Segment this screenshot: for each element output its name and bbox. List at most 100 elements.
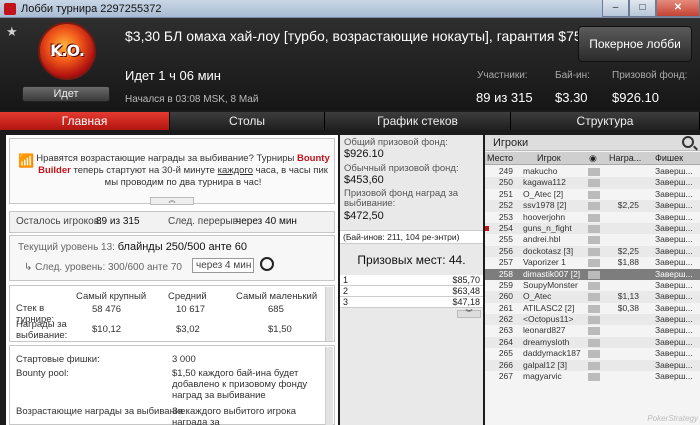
player-row[interactable]: 265 daddymack187 Заверш...: [485, 348, 700, 359]
player-row[interactable]: 266 galpal12 [3] Заверш...: [485, 359, 700, 372]
stack-header-smallest: Самый маленький: [236, 291, 318, 302]
expand-payouts-button[interactable]: ︾: [457, 310, 481, 318]
flag-icon: [588, 236, 600, 245]
flag-icon: [588, 338, 600, 347]
close-button[interactable]: ✕: [656, 0, 700, 17]
player-row[interactable]: 263 leonard827 Заверш...: [485, 325, 700, 336]
antenna-icon: 📶: [18, 153, 35, 168]
player-row[interactable]: 259 SoupyMonster Заверш...: [485, 280, 700, 291]
stack-smallest: 685: [268, 304, 284, 315]
player-row[interactable]: 255 andrei.hbl Заверш...: [485, 234, 700, 245]
player-status: Заверш...: [655, 234, 693, 245]
paid-places: Призовых мест: 44.: [357, 253, 466, 267]
player-row[interactable]: 251 O_Atec [2] Заверш...: [485, 189, 700, 200]
flag-icon: [588, 190, 600, 199]
payout-place: 1: [340, 275, 376, 286]
player-name: ATILASC2 [2]: [523, 302, 575, 313]
player-name: makucho: [523, 166, 558, 176]
player-place: 260: [498, 291, 513, 302]
column-place[interactable]: Место: [487, 153, 513, 163]
player-row[interactable]: 254 guns_n_fight Заверш...: [485, 222, 700, 235]
player-row[interactable]: 260 O_Atec $1,13 Заверш...: [485, 291, 700, 303]
current-level-value: блайнды 250/500 анте 60: [117, 241, 248, 253]
payout-amount: $47,18: [375, 296, 483, 308]
player-name: dimastik007 [2]: [523, 268, 581, 279]
player-status: Заверш...: [655, 359, 693, 370]
player-status: Заверш...: [655, 279, 693, 290]
clock-icon: [260, 257, 274, 271]
regular-prize-label: Обычный призовой фонд:: [344, 163, 459, 174]
minimize-button[interactable]: –: [602, 0, 629, 17]
payout-place: 3: [340, 296, 376, 308]
news-text-part: Нравятся возрастающие награды за выбиван…: [36, 153, 298, 164]
player-bounty: $2,25: [617, 245, 639, 256]
stacks-scrollbar[interactable]: [325, 287, 333, 341]
player-row[interactable]: 257 Vaporizer 1 $1,88 Заверш...: [485, 257, 700, 268]
bounty-pool-label: Bounty pool:: [16, 368, 69, 379]
next-level: ↳ След. уровень: 300/600 анте 70: [24, 262, 182, 273]
bounty-smallest: $1,50: [268, 324, 292, 335]
players-list[interactable]: 249 makucho Заверш... 250 kagawa112 Заверш...…: [485, 166, 700, 425]
title-bar: Лобби турнира 2297255372 – □ ✕: [0, 0, 700, 18]
starting-chips-label: Стартовые фишки:: [16, 354, 100, 365]
player-status: Заверш...: [655, 268, 693, 279]
total-prize-value: $926.10: [344, 148, 384, 160]
next-level-label: След. уровень:: [35, 262, 106, 273]
player-name: hooverjohn: [523, 211, 566, 222]
bounty-prize-label: Призовой фонд наград за выбивание:: [344, 188, 459, 209]
player-place: 254: [498, 222, 513, 233]
players-left-label: Осталось игроков:: [16, 216, 102, 227]
player-status: Заверш...: [655, 302, 693, 313]
collapse-news-button[interactable]: ︽: [150, 197, 194, 205]
player-row[interactable]: 250 kagawa112 Заверш...: [485, 177, 700, 189]
next-level-time: через 4 мин: [192, 258, 254, 273]
player-row[interactable]: 267 magyarvic Заверш...: [485, 371, 700, 382]
column-player[interactable]: Игрок: [537, 153, 561, 163]
elapsed-time: Идет 1 ч 06 мин: [125, 68, 221, 83]
player-row[interactable]: 261 ATILASC2 [2] $0,38 Заверш...: [485, 303, 700, 314]
globe-icon[interactable]: ◉: [589, 153, 597, 164]
payout-table: 1 $85,70 2 $63,48 3 $47,18: [340, 275, 483, 308]
player-status: Заверш...: [655, 188, 693, 199]
prizepool-label: Призовой фонд:: [612, 70, 688, 81]
news-text: Нравятся возрастающие награды за выбиван…: [36, 153, 330, 189]
payout-row: 1 $85,70: [340, 275, 483, 286]
player-status: Заверш...: [655, 222, 693, 233]
column-bounty[interactable]: Награ...: [609, 153, 641, 163]
player-place: 258: [498, 268, 513, 279]
player-place: 250: [498, 177, 513, 188]
bounty-pool-value: $1,50 каждого бай-ина будет добавлено к …: [172, 368, 308, 401]
blind-level-box: Текущий уровень 13: блайнды 250/500 анте…: [9, 235, 335, 281]
flag-icon: [588, 316, 600, 325]
tab-tables[interactable]: Столы: [170, 112, 325, 130]
watermark: PokerStrategy: [647, 414, 698, 423]
player-name: andrei.hbl: [523, 234, 561, 245]
player-row[interactable]: 262 <Octopus11> Заверш...: [485, 314, 700, 326]
tab-main[interactable]: Главная: [0, 112, 170, 130]
players-panel: Игроки Место Игрок ◉ Награ... Фишек 249 m…: [485, 135, 700, 425]
flag-icon: [588, 304, 600, 313]
buyin-value: $3.30: [555, 90, 588, 105]
flag-icon: [588, 213, 600, 222]
entrants-value: 89 из 315: [476, 90, 533, 105]
player-row[interactable]: 258 dimastik007 [2] Заверш...: [485, 268, 700, 280]
maximize-button[interactable]: □: [629, 0, 656, 17]
column-chips[interactable]: Фишек: [655, 153, 683, 163]
news-text-underlined: каждого: [217, 165, 253, 176]
star-icon[interactable]: ★: [6, 24, 18, 40]
poker-lobby-button[interactable]: Покерное лобби: [578, 26, 692, 62]
tab-chip-graph[interactable]: График стеков: [325, 112, 511, 130]
stack-header-largest: Самый крупный: [76, 291, 147, 302]
player-row[interactable]: 249 makucho Заверш...: [485, 166, 700, 177]
player-place: 263: [498, 325, 513, 336]
search-icon[interactable]: [682, 136, 694, 148]
payout-amount: $85,70: [375, 275, 483, 286]
player-row[interactable]: 253 hooverjohn Заверш...: [485, 212, 700, 223]
progressive-ko-value: За каждого выбитого игрока награда за: [172, 406, 296, 425]
info-scrollbar[interactable]: [325, 347, 333, 425]
player-row[interactable]: 264 dreamysloth Заверш...: [485, 336, 700, 349]
flag-icon: [588, 259, 600, 268]
tab-structure[interactable]: Структура: [511, 112, 700, 130]
player-row[interactable]: 256 dockotasz [3] $2,25 Заверш...: [485, 245, 700, 258]
player-row[interactable]: 252 ssv1978 [2] $2,25 Заверш...: [485, 200, 700, 212]
